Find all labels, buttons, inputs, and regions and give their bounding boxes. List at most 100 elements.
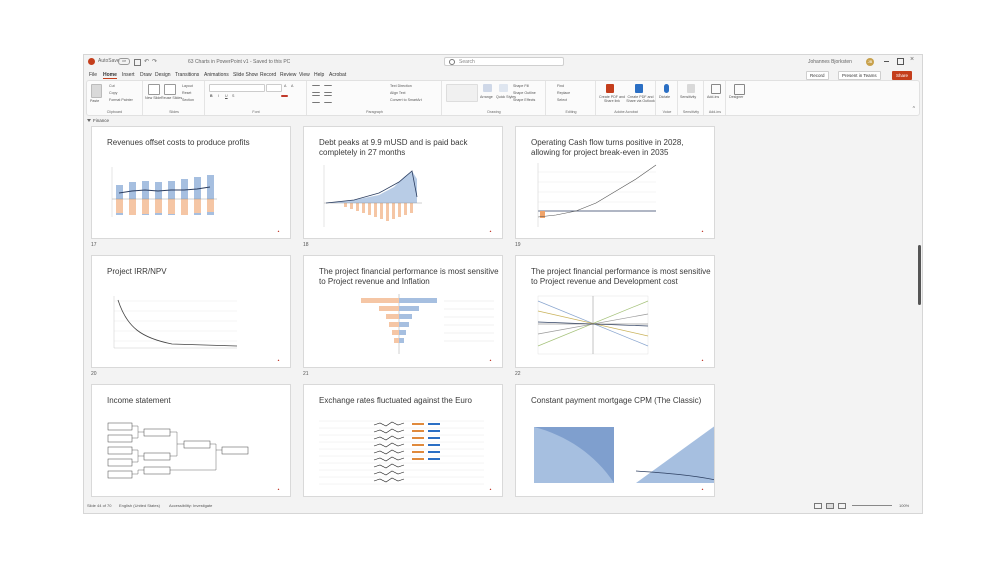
layout-button[interactable]: Layout <box>182 84 193 88</box>
slide-thumbnail-23[interactable]: Income statement ▲ <box>91 384 291 497</box>
vertical-scrollbar[interactable] <box>917 125 921 495</box>
reset-button[interactable]: Reset <box>182 91 191 95</box>
minimize-icon[interactable] <box>884 61 889 62</box>
align-left-icon[interactable] <box>312 95 320 103</box>
exchange-rate-table <box>319 420 484 485</box>
cost-bars <box>116 199 214 215</box>
slide-thumbnail-24[interactable]: Exchange rates fluctuated against the Eu… <box>303 384 503 497</box>
slide-thumbnail-18[interactable]: Debt peaks at 9.9 mUSD and is paid back … <box>303 126 503 239</box>
slide-number: 22 <box>515 371 521 377</box>
slide-thumbnail-25[interactable]: Constant payment mortgage CPM (The Class… <box>515 384 715 497</box>
tab-slide-show[interactable]: Slide Show <box>233 72 258 78</box>
find-button[interactable]: Find <box>557 84 564 88</box>
slide-thumbnail-20[interactable]: Project IRR/NPV ▲ <box>91 255 291 368</box>
avatar[interactable]: JB <box>866 58 874 66</box>
grow-font-icon[interactable]: A <box>284 84 286 88</box>
add-ins-icon[interactable] <box>711 84 721 94</box>
cut-button[interactable]: Cut <box>109 84 115 88</box>
tab-review[interactable]: Review <box>280 72 296 78</box>
replace-button[interactable]: Replace <box>557 91 570 95</box>
copy-button[interactable]: Copy <box>109 91 117 95</box>
create-pdf-icon[interactable] <box>606 84 614 93</box>
tab-file[interactable]: File <box>89 72 97 78</box>
zoom-level[interactable]: 100% <box>899 503 909 508</box>
tab-view[interactable]: View <box>299 72 310 78</box>
reading-view-icon[interactable] <box>838 503 846 509</box>
tab-help[interactable]: Help <box>314 72 324 78</box>
create-pdf-outlook-button[interactable]: Create PDF and Share via Outlook <box>626 95 655 103</box>
new-slide-button[interactable]: New Slide <box>145 96 161 100</box>
maximize-icon[interactable] <box>897 58 904 65</box>
accessibility-status[interactable]: Accessibility: Investigate <box>169 503 212 508</box>
quick-styles-icon[interactable] <box>499 84 508 92</box>
language-status[interactable]: English (United States) <box>119 503 160 508</box>
slide-sorter-icon[interactable] <box>826 503 834 509</box>
arrange-button[interactable]: Arrange <box>480 95 493 99</box>
share-button[interactable]: Share <box>892 71 913 80</box>
undo-icon[interactable]: ↶ <box>144 58 149 65</box>
italic-icon[interactable]: I <box>218 94 219 98</box>
shape-fill-button[interactable]: Shape Fill <box>513 84 529 88</box>
tab-draw[interactable]: Draw <box>140 72 152 78</box>
microphone-icon[interactable] <box>664 84 669 93</box>
designer-button[interactable]: Designer <box>729 95 743 99</box>
shrink-font-icon[interactable]: A <box>291 84 293 88</box>
slide-logo: ▲ <box>277 229 280 233</box>
collapse-ribbon-icon[interactable]: ^ <box>913 106 915 112</box>
shapes-gallery[interactable] <box>446 84 478 102</box>
section-button[interactable]: Section <box>182 98 194 102</box>
sensitivity-icon[interactable] <box>687 84 695 93</box>
zoom-slider[interactable] <box>852 505 892 506</box>
tab-transitions[interactable]: Transitions <box>175 72 199 78</box>
normal-view-icon[interactable] <box>814 503 822 509</box>
slide-thumbnail-22[interactable]: The project financial performance is mos… <box>515 255 715 368</box>
user-name[interactable]: Johannes Bjorksten <box>808 59 852 65</box>
tab-insert[interactable]: Insert <box>122 72 135 78</box>
designer-icon[interactable] <box>734 84 745 95</box>
align-text-button[interactable]: Align Text <box>390 91 406 95</box>
close-icon[interactable]: × <box>910 56 914 63</box>
tab-design[interactable]: Design <box>155 72 171 78</box>
slide-thumbnail-19[interactable]: Operating Cash flow turns positive in 20… <box>515 126 715 239</box>
slide-thumbnail-21[interactable]: The project financial performance is mos… <box>303 255 503 368</box>
dictate-button[interactable]: Dictate <box>659 95 670 99</box>
paste-icon[interactable] <box>91 84 102 98</box>
create-pdf-button[interactable]: Create PDF and Share link <box>598 95 626 103</box>
underline-icon[interactable]: U <box>225 94 228 98</box>
tab-record[interactable]: Record <box>260 72 276 78</box>
bold-icon[interactable]: B <box>210 94 213 98</box>
cumulative-cashflow-line <box>537 164 657 218</box>
scrollbar-thumb[interactable] <box>918 245 921 305</box>
create-pdf-outlook-icon[interactable] <box>635 84 643 93</box>
save-icon[interactable] <box>134 59 141 66</box>
bullets-icon[interactable] <box>312 85 320 93</box>
text-direction-button[interactable]: Text Direction <box>390 84 412 88</box>
present-in-teams-button[interactable]: Present in Teams <box>838 71 881 80</box>
section-collapse-icon[interactable] <box>87 119 91 123</box>
align-center-icon[interactable] <box>324 95 332 103</box>
font-color-icon[interactable] <box>281 95 288 97</box>
tab-acrobat[interactable]: Acrobat <box>329 72 346 78</box>
new-slide-icon[interactable] <box>148 84 160 95</box>
select-button[interactable]: Select <box>557 98 567 102</box>
slide-thumbnail-17[interactable]: Revenues offset costs to produce profits <box>91 126 291 239</box>
search-box[interactable]: Search <box>444 57 564 66</box>
record-button[interactable]: Record <box>806 71 829 80</box>
format-painter-button[interactable]: Format Painter <box>109 98 133 102</box>
tab-home[interactable]: Home <box>103 72 117 79</box>
add-ins-button[interactable]: Add-ins <box>707 95 719 99</box>
font-size-box[interactable] <box>266 84 282 92</box>
convert-smartart-button[interactable]: Convert to SmartArt <box>390 98 422 102</box>
numbering-icon[interactable] <box>324 85 332 93</box>
strikethrough-icon[interactable]: S <box>232 94 234 98</box>
shape-outline-button[interactable]: Shape Outline <box>513 91 536 95</box>
redo-icon[interactable]: ↷ <box>152 58 157 65</box>
reuse-slides-icon[interactable] <box>164 84 176 95</box>
arrange-icon[interactable] <box>483 84 492 92</box>
reuse-slides-button[interactable]: Reuse Slides <box>161 96 182 100</box>
shape-effects-button[interactable]: Shape Effects <box>513 98 535 102</box>
sensitivity-button[interactable]: Sensitivity <box>680 95 696 99</box>
paste-button[interactable]: Paste <box>90 99 99 103</box>
font-name-box[interactable] <box>209 84 265 92</box>
tab-animations[interactable]: Animations <box>204 72 229 78</box>
